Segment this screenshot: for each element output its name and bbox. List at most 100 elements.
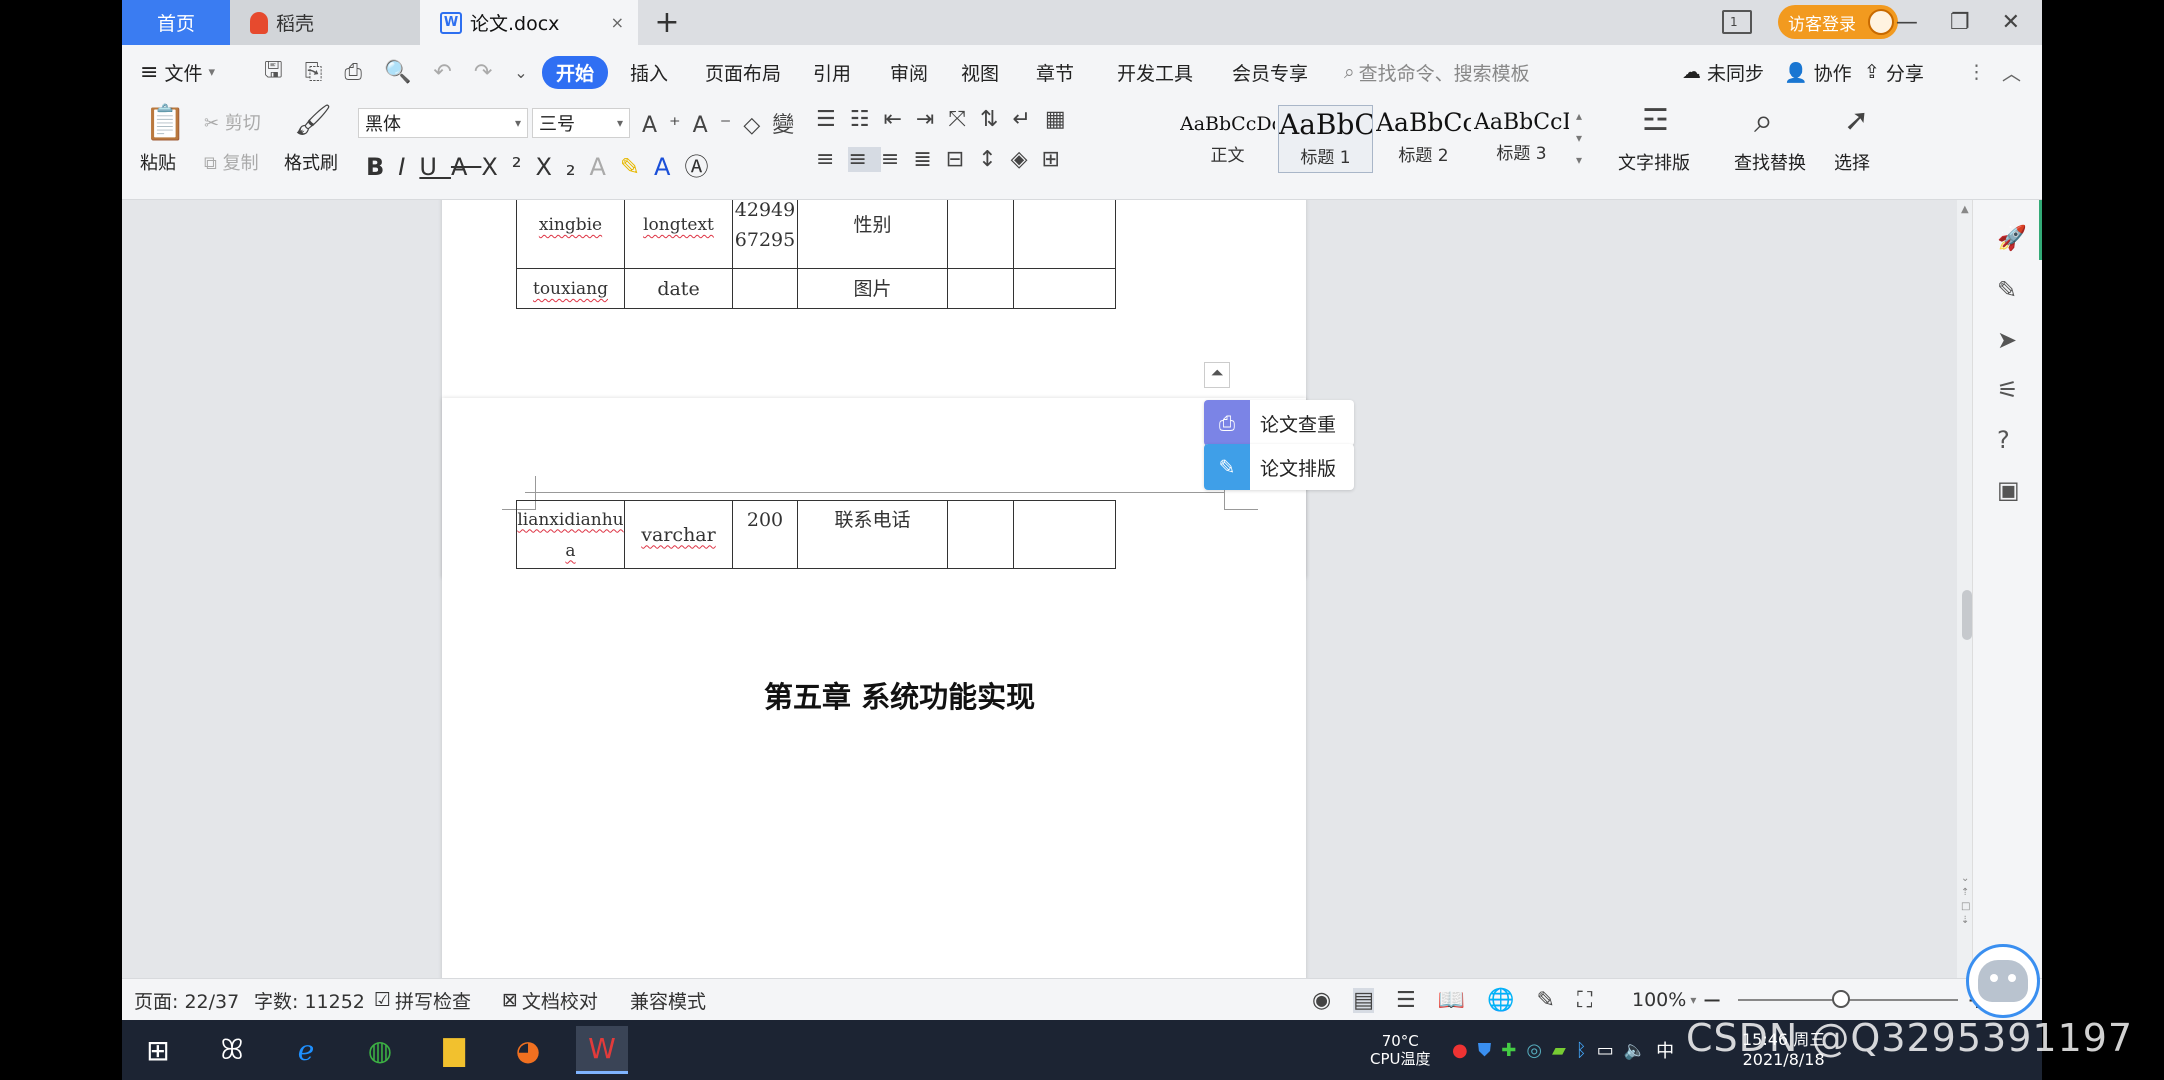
close-window-icon[interactable]: ✕: [2002, 10, 2020, 35]
copy-button[interactable]: ⧉ 复制: [204, 149, 259, 175]
find-icon[interactable]: ⌕: [1754, 101, 1773, 141]
guest-login-button[interactable]: 访客登录: [1778, 5, 1898, 39]
tray-app-icon[interactable]: ●: [1452, 1040, 1468, 1061]
cursor-icon[interactable]: ➤: [1997, 326, 2017, 354]
align-right-icon[interactable]: ≡: [881, 147, 913, 172]
paper-format-button[interactable]: ✎ 论文排版: [1204, 444, 1354, 490]
font-name-select[interactable]: 黑体: [358, 108, 528, 138]
zoom-out-button[interactable]: −: [1702, 979, 1722, 1020]
table-cell[interactable]: longtext: [624, 200, 733, 269]
subscript-icon[interactable]: X₂: [535, 153, 589, 181]
superscript-icon[interactable]: X²: [481, 153, 535, 181]
settings-sliders-icon[interactable]: ⚟: [1997, 376, 2019, 404]
menu-chapter[interactable]: 章节: [1036, 45, 1074, 99]
align-center-icon[interactable]: ≡: [848, 147, 881, 172]
decrease-font-icon[interactable]: A⁻: [693, 113, 744, 138]
bold-icon[interactable]: B: [366, 153, 398, 181]
tray-app-icon[interactable]: ✚: [1501, 1040, 1516, 1061]
style-heading-1[interactable]: AaBbC 标题 1: [1278, 105, 1373, 173]
table-cell[interactable]: date: [624, 268, 733, 309]
text-direction-icon[interactable]: ⤧: [948, 107, 980, 132]
italic-icon[interactable]: I: [398, 153, 419, 181]
menu-layout[interactable]: 页面布局: [705, 45, 781, 99]
cut-button[interactable]: ✂ 剪切: [204, 109, 261, 135]
wps-app-icon[interactable]: W: [576, 1026, 628, 1074]
mascot-app-icon[interactable]: ◕: [502, 1026, 554, 1074]
sort-icon[interactable]: ⇅: [980, 107, 1012, 132]
bluetooth-icon[interactable]: ᛒ: [1576, 1040, 1587, 1061]
underline-icon[interactable]: U: [419, 153, 451, 181]
numbering-icon[interactable]: ☷: [850, 107, 884, 132]
table-cell[interactable]: [1013, 200, 1116, 269]
help-icon[interactable]: ?: [1997, 426, 2010, 454]
menu-references[interactable]: 引用: [813, 45, 851, 99]
paste-button[interactable]: 粘贴: [140, 149, 176, 175]
fit-page-icon[interactable]: ⛶: [1577, 988, 1592, 1013]
table-cell[interactable]: 性别: [797, 200, 948, 269]
ime-icon[interactable]: 中: [1656, 1037, 1674, 1063]
web-view-icon[interactable]: 🌐: [1487, 988, 1514, 1013]
table-cell[interactable]: 联系电话: [797, 500, 948, 569]
table-cell[interactable]: [1013, 268, 1116, 309]
find-replace-button[interactable]: 查找替换: [1734, 149, 1806, 175]
tray-app-icon[interactable]: ◎: [1526, 1040, 1542, 1061]
text-layout-button[interactable]: 文字排版: [1618, 149, 1690, 175]
paper-check-button[interactable]: ⎙ 论文查重: [1204, 400, 1354, 446]
save-icon[interactable]: 🖫: [264, 53, 283, 91]
cpu-temp-widget[interactable]: 70°C CPU温度: [1370, 1020, 1431, 1080]
file-menu[interactable]: ≡ 文件 ▾: [140, 45, 215, 99]
chapter-heading[interactable]: 第五章 系统功能实现: [764, 674, 1035, 716]
font-color-icon[interactable]: A: [654, 153, 684, 181]
select-cursor-icon[interactable]: ➚: [1844, 103, 1869, 138]
scrollbar-thumb[interactable]: [1962, 590, 1972, 640]
proofread-button[interactable]: ⊠ 文档校对: [502, 979, 598, 1020]
style-body[interactable]: AaBbCcDd 正文: [1180, 105, 1275, 173]
table-cell[interactable]: [947, 500, 1014, 569]
text-effect-icon[interactable]: A: [590, 153, 620, 181]
share-image-icon[interactable]: ▣: [1997, 476, 2020, 504]
collab-button[interactable]: 👤 协作: [1784, 45, 1852, 99]
sync-status[interactable]: ☁ 未同步: [1682, 45, 1764, 99]
table-cell[interactable]: [1013, 500, 1116, 569]
table-cell[interactable]: xingbie: [516, 200, 625, 269]
undo-icon[interactable]: ↶: [433, 60, 451, 85]
tab-daoke[interactable]: 稻壳: [230, 0, 420, 45]
assistant-robot-icon[interactable]: [1966, 944, 2040, 1018]
document-workarea[interactable]: xingbie longtext 42949 67295 性别 touxiang…: [122, 200, 2042, 978]
tab-home[interactable]: 首页: [122, 0, 230, 45]
table-cell[interactable]: lianxidianhua: [516, 500, 625, 569]
battery-icon[interactable]: ▭: [1597, 1040, 1614, 1061]
write-view-icon[interactable]: ✎: [1537, 988, 1555, 1013]
table-cell[interactable]: [947, 200, 1014, 269]
table-grid-icon[interactable]: ▦: [1045, 107, 1080, 132]
collapse-ribbon-icon[interactable]: ︿: [2002, 45, 2021, 99]
menu-devtools[interactable]: 开发工具: [1117, 45, 1193, 99]
menu-view[interactable]: 视图: [961, 45, 999, 99]
clear-format-icon[interactable]: ◇: [743, 113, 772, 138]
minimize-icon[interactable]: —: [1896, 10, 1918, 35]
restore-icon[interactable]: ❐: [1950, 10, 1970, 35]
line-spacing-icon[interactable]: ↕: [978, 147, 1010, 172]
page-indicator[interactable]: 页面: 22/37: [134, 979, 239, 1020]
table-cell[interactable]: varchar: [624, 500, 733, 569]
command-search-input[interactable]: ⌕ 查找命令、搜索模板: [1344, 45, 1530, 99]
style-heading-3[interactable]: AaBbCcI 标题 3: [1474, 105, 1569, 173]
table-cell[interactable]: [947, 268, 1014, 309]
strikethrough-icon[interactable]: A: [451, 153, 481, 181]
pen-icon[interactable]: ✎: [1997, 276, 2017, 304]
export-icon[interactable]: ⎘: [305, 60, 323, 85]
text-layout-icon[interactable]: ☲: [1642, 103, 1669, 138]
style-scroll-icon[interactable]: ▴ ▾ ▾: [1576, 105, 1582, 171]
volume-icon[interactable]: 🔈: [1624, 1040, 1646, 1061]
show-marks-icon[interactable]: ↵: [1012, 107, 1044, 132]
table-cell[interactable]: [732, 268, 798, 309]
shield-icon[interactable]: ⛊: [1478, 1040, 1492, 1061]
shading-icon[interactable]: ◈: [1011, 147, 1042, 172]
menu-member[interactable]: 会员专享: [1232, 45, 1308, 99]
increase-indent-icon[interactable]: ⇥: [916, 107, 948, 132]
app-s-icon[interactable]: ꕤ: [206, 1026, 258, 1074]
print-icon[interactable]: ⎙: [344, 60, 362, 85]
windows-start-icon[interactable]: ⊞: [132, 1026, 184, 1074]
select-button[interactable]: 选择: [1834, 149, 1870, 175]
close-tab-icon[interactable]: ×: [611, 13, 624, 32]
